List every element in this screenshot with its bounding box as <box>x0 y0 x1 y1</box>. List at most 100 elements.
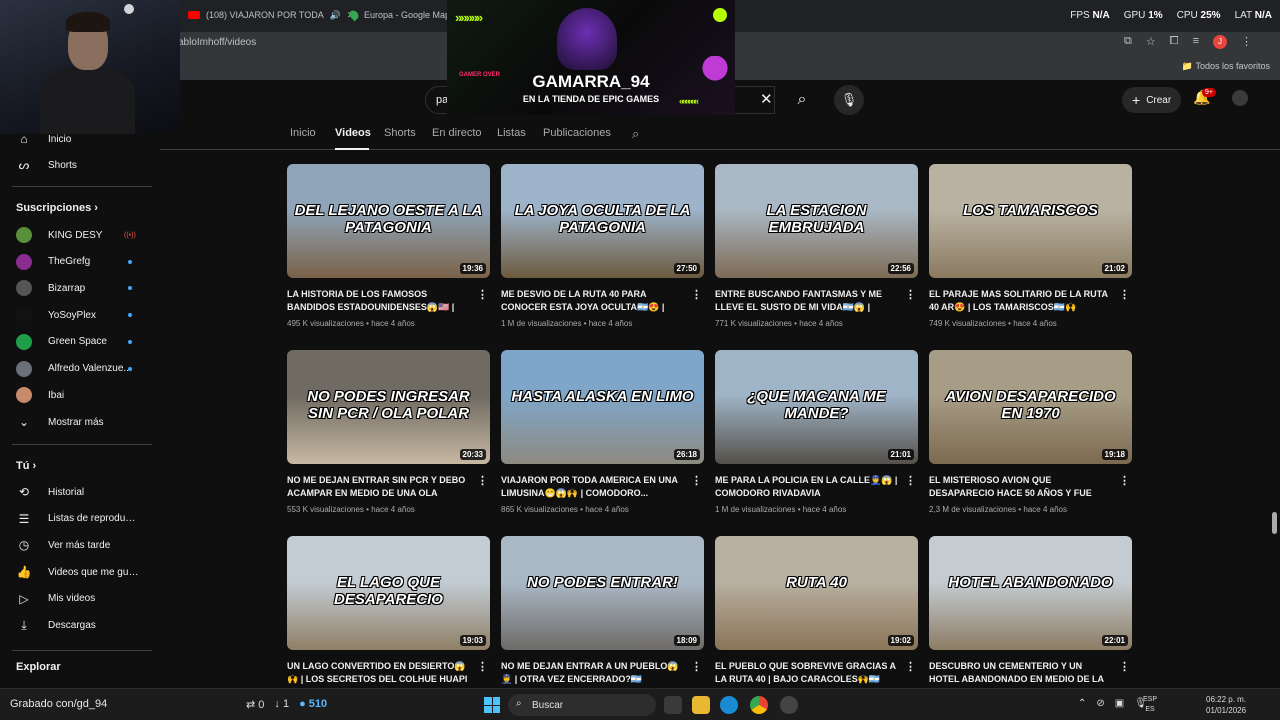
video-thumbnail[interactable]: EL LAGO QUE DESAPARECIO 19:03 <box>287 536 490 650</box>
app-icon[interactable] <box>780 696 798 714</box>
tray-chevron-icon[interactable]: ⌃ <box>1078 698 1086 709</box>
video-card[interactable]: RUTA 40 19:02 EL PUEBLO QUE SOBREVIVE GRAC… <box>715 536 918 688</box>
video-card[interactable]: LA JOYA OCULTA DE LA PATAGONIA 27:50 ME DE… <box>501 164 704 340</box>
video-title[interactable]: EL PUEBLO QUE SOBREVIVE GRACIAS A LA RUT… <box>715 660 901 686</box>
video-title[interactable]: ENTRE BUSCANDO FANTASMAS Y ME LLEVE EL S… <box>715 288 901 314</box>
video-menu-icon[interactable]: ⋮ <box>691 474 702 487</box>
channel-search-icon[interactable]: ⌕ <box>632 126 639 142</box>
video-title[interactable]: LA HISTORIA DE LOS FAMOSOS BANDIDOS ESTA… <box>287 288 473 314</box>
video-card[interactable]: LA ESTACION EMBRUJADA 22:56 ENTRE BUSCANDO… <box>715 164 918 340</box>
video-card[interactable]: ¿QUE MACANA ME MANDE? 21:01 ME PARA LA POL… <box>715 350 918 526</box>
sidebar-subscription[interactable]: Green Space <box>0 329 152 355</box>
tab-maps[interactable]: Europa - Google Maps <box>347 4 455 26</box>
video-thumbnail[interactable]: NO PODES ENTRAR! 18:09 <box>501 536 704 650</box>
media-control-icon[interactable]: ≡ <box>1193 35 1199 49</box>
sidebar-item-history[interactable]: ⟲ Historial <box>0 479 152 505</box>
video-menu-icon[interactable]: ⋮ <box>477 288 488 301</box>
sidebar-item-my-videos[interactable]: ▷ Mis videos <box>0 586 152 612</box>
tab-youtube[interactable]: (108) VIAJARON POR TODA 🔊 ✕ <box>188 4 354 26</box>
tab-en-directo[interactable]: En directo <box>432 127 482 139</box>
search-icon[interactable]: ⌕ <box>785 86 819 114</box>
video-menu-icon[interactable]: ⋮ <box>1119 288 1130 301</box>
tab-videos[interactable]: Videos <box>335 127 371 139</box>
video-thumbnail[interactable]: LA JOYA OCULTA DE LA PATAGONIA 27:50 <box>501 164 704 278</box>
scrollbar-thumb[interactable] <box>1272 512 1277 534</box>
tab-publicaciones[interactable]: Publicaciones <box>543 127 611 139</box>
edge-icon[interactable] <box>720 696 738 714</box>
video-title[interactable]: NO ME DEJAN ENTRAR SIN PCR Y DEBO ACAMPA… <box>287 474 473 500</box>
sidebar-item-download[interactable]: ⤓ Descargas <box>0 613 152 639</box>
sidebar-subscription[interactable]: Ibai <box>0 382 152 408</box>
clear-search-icon[interactable]: ✕ <box>760 90 773 108</box>
taskbar-search[interactable]: ⌕ Buscar <box>508 694 656 716</box>
video-title[interactable]: NO ME DEJAN ENTRAR A UN PUEBLO😱👮 | OTRA … <box>501 660 687 686</box>
tab-inicio[interactable]: Inicio <box>290 127 316 139</box>
video-menu-icon[interactable]: ⋮ <box>477 660 488 673</box>
tab-listas[interactable]: Listas <box>497 127 526 139</box>
chrome-icon[interactable] <box>750 696 768 714</box>
video-menu-icon[interactable]: ⋮ <box>691 660 702 673</box>
sidebar-subscription[interactable]: YoSoyPlex <box>0 302 152 328</box>
sidebar-subscription[interactable]: Alfredo Valenzue... <box>0 356 152 382</box>
video-title[interactable]: VIAJARON POR TODA AMERICA EN UNA LIMUSIN… <box>501 474 687 500</box>
sidebar-subscription[interactable]: KING DESY ((•)) <box>0 222 152 248</box>
video-thumbnail[interactable]: DEL LEJANO OESTE A LA PATAGONIA 19:36 <box>287 164 490 278</box>
video-title[interactable]: DESCUBRO UN CEMENTERIO Y UN HOTEL ABANDO… <box>929 660 1115 686</box>
video-menu-icon[interactable]: ⋮ <box>905 288 916 301</box>
video-title[interactable]: EL PARAJE MAS SOLITARIO DE LA RUTA 40 AR… <box>929 288 1115 314</box>
video-thumbnail[interactable]: RUTA 40 19:02 <box>715 536 918 650</box>
video-thumbnail[interactable]: LOS TAMARISCOS 21:02 <box>929 164 1132 278</box>
file-explorer-icon[interactable] <box>692 696 710 714</box>
you-heading[interactable]: Tú › <box>16 460 36 472</box>
bookmark-star-icon[interactable]: ☆ <box>1146 35 1156 49</box>
microphone-icon[interactable]: 🎙 <box>834 85 864 115</box>
video-card[interactable]: HASTA ALASKA EN LIMO 26:18 VIAJARON POR TO… <box>501 350 704 526</box>
video-card[interactable]: DEL LEJANO OESTE A LA PATAGONIA 19:36 LA H… <box>287 164 490 340</box>
task-view-icon[interactable] <box>664 696 682 714</box>
video-menu-icon[interactable]: ⋮ <box>1119 660 1130 673</box>
cast-icon[interactable]: ⧉ <box>1124 35 1132 49</box>
clock[interactable]: 06:22 p. m. 01/01/2026 <box>1206 694 1246 716</box>
video-menu-icon[interactable]: ⋮ <box>691 288 702 301</box>
video-card[interactable]: HOTEL ABANDONADO 22:01 DESCUBRO UN CEMENTE… <box>929 536 1132 688</box>
scrollbar[interactable] <box>1270 150 1278 688</box>
video-thumbnail[interactable]: NO PODES INGRESAR SIN PCR / OLA POLAR 20:… <box>287 350 490 464</box>
tray-network-off-icon[interactable]: ⊘ <box>1096 698 1104 709</box>
video-card[interactable]: NO PODES ENTRAR! 18:09 NO ME DEJAN ENTRAR … <box>501 536 704 688</box>
video-thumbnail[interactable]: HOTEL ABANDONADO 22:01 <box>929 536 1132 650</box>
windows-start-icon[interactable] <box>484 697 500 713</box>
video-title[interactable]: UN LAGO CONVERTIDO EN DESIERTO😱🙌 | LOS S… <box>287 660 473 686</box>
show-more-button[interactable]: ⌄ Mostrar más <box>0 409 152 435</box>
video-card[interactable]: NO PODES INGRESAR SIN PCR / OLA POLAR 20:… <box>287 350 490 526</box>
tab-shorts[interactable]: Shorts <box>384 127 416 139</box>
video-title[interactable]: EL MISTERIOSO AVION QUE DESAPARECIO HACE… <box>929 474 1115 500</box>
video-menu-icon[interactable]: ⋮ <box>477 474 488 487</box>
sidebar-subscription[interactable]: Bizarrap <box>0 275 152 301</box>
sidebar-subscription[interactable]: TheGrefg <box>0 249 152 275</box>
extensions-icon[interactable]: ⧠ <box>1170 35 1179 49</box>
all-bookmarks-link[interactable]: 📁 Todos los favoritos <box>1182 61 1270 72</box>
video-title[interactable]: ME DESVIO DE LA RUTA 40 PARA CONOCER EST… <box>501 288 687 314</box>
language-indicator[interactable]: ESP ES <box>1143 695 1157 715</box>
video-thumbnail[interactable]: AVION DESAPARECIDO EN 1970 19:18 <box>929 350 1132 464</box>
sidebar-item-shorts[interactable]: ᔕ Shorts <box>0 152 152 178</box>
video-thumbnail[interactable]: HASTA ALASKA EN LIMO 26:18 <box>501 350 704 464</box>
url-field[interactable]: abloImhoff/videos <box>178 37 256 48</box>
video-thumbnail[interactable]: ¿QUE MACANA ME MANDE? 21:01 <box>715 350 918 464</box>
video-menu-icon[interactable]: ⋮ <box>1119 474 1130 487</box>
video-card[interactable]: EL LAGO QUE DESAPARECIO 19:03 UN LAGO CONV… <box>287 536 490 688</box>
video-menu-icon[interactable]: ⋮ <box>905 660 916 673</box>
video-title[interactable]: ME PARA LA POLICIA EN LA CALLE👮😱 | COMOD… <box>715 474 901 500</box>
account-avatar[interactable] <box>1232 90 1248 106</box>
subscriptions-heading[interactable]: Suscripciones › <box>16 202 98 214</box>
video-card[interactable]: AVION DESAPARECIDO EN 1970 19:18 EL MISTER… <box>929 350 1132 526</box>
create-button[interactable]: + Crear <box>1122 87 1182 113</box>
sidebar-item-clock[interactable]: ◷ Ver más tarde <box>0 532 152 558</box>
sidebar-item-playlist[interactable]: ☰ Listas de reproducc... <box>0 506 152 532</box>
video-card[interactable]: LOS TAMARISCOS 21:02 EL PARAJE MAS SOLITAR… <box>929 164 1132 340</box>
video-menu-icon[interactable]: ⋮ <box>905 474 916 487</box>
browser-menu-icon[interactable]: ⋮ <box>1241 35 1252 49</box>
profile-avatar[interactable]: J <box>1213 35 1227 49</box>
video-thumbnail[interactable]: LA ESTACION EMBRUJADA 22:56 <box>715 164 918 278</box>
tray-app-icon[interactable]: ▣ <box>1115 698 1124 709</box>
